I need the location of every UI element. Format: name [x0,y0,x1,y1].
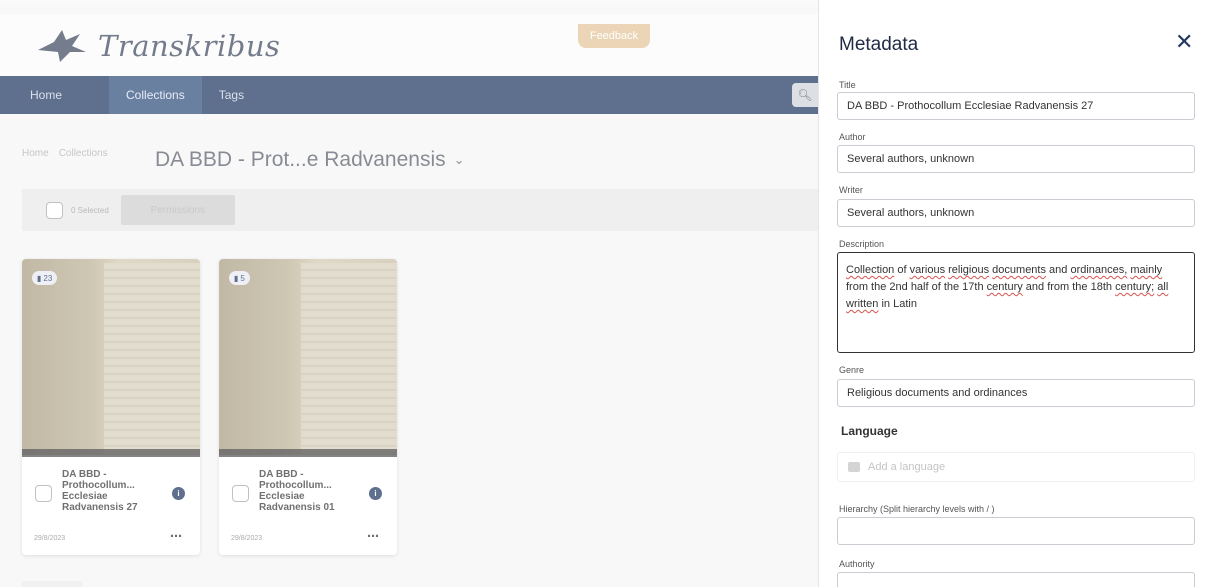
hierarchy-field[interactable] [837,517,1195,545]
misspelled-word: various [909,264,946,276]
text-run: and from the 18th [1022,281,1116,293]
author-field[interactable]: Several authors, unknown [837,145,1195,173]
app-background: Transkribus Feedback Home Collections Ta… [0,0,818,587]
language-placeholder: Add a language [868,461,946,473]
misspelled-word: mainly [1130,264,1163,276]
author-label: Author [839,132,866,142]
misspelled-word: Collection [846,264,895,276]
language-icon [848,462,860,472]
writer-label: Writer [839,185,863,195]
text-run: and [1045,264,1071,276]
genre-label: Genre [839,365,865,375]
dim-overlay[interactable] [0,7,818,587]
metadata-panel: Metadata ✕ Title DA BBD - Prothocollum E… [818,0,1208,587]
description-text: Collection of various religious document… [846,262,1186,313]
close-icon[interactable]: ✕ [1175,30,1193,54]
misspelled-word: all [1157,281,1169,293]
hierarchy-label: Hierarchy (Split hierarchy levels with /… [839,504,995,514]
text-run: of [894,264,910,276]
misspelled-word: century [986,281,1023,293]
description-label: Description [839,239,885,249]
misspelled-word: religious [948,264,990,276]
writer-field[interactable]: Several authors, unknown [837,199,1195,227]
author-value: Several authors, unknown [847,153,975,165]
language-heading: Language [841,424,898,438]
text-run: in Latin [878,298,917,310]
misspelled-word: century; [1115,281,1155,293]
panel-title: Metadata [839,34,919,55]
text-run: from the 2nd half of the 17th [846,281,987,293]
title-field[interactable]: DA BBD - Prothocollum Ecclesiae Radvanen… [837,92,1195,120]
misspelled-word: written [846,298,879,310]
title-label: Title [839,80,856,90]
misspelled-word: documents [992,264,1046,276]
authority-field[interactable] [837,572,1195,587]
genre-value: Religious documents and ordinances [847,387,1028,399]
description-field[interactable]: Collection of various religious document… [837,252,1195,353]
title-value: DA BBD - Prothocollum Ecclesiae Radvanen… [847,100,1094,112]
authority-label: Authority [839,559,875,569]
language-input[interactable]: Add a language [837,452,1195,482]
genre-field[interactable]: Religious documents and ordinances [837,379,1195,407]
misspelled-word: ordinances, [1070,264,1128,276]
writer-value: Several authors, unknown [847,207,975,219]
